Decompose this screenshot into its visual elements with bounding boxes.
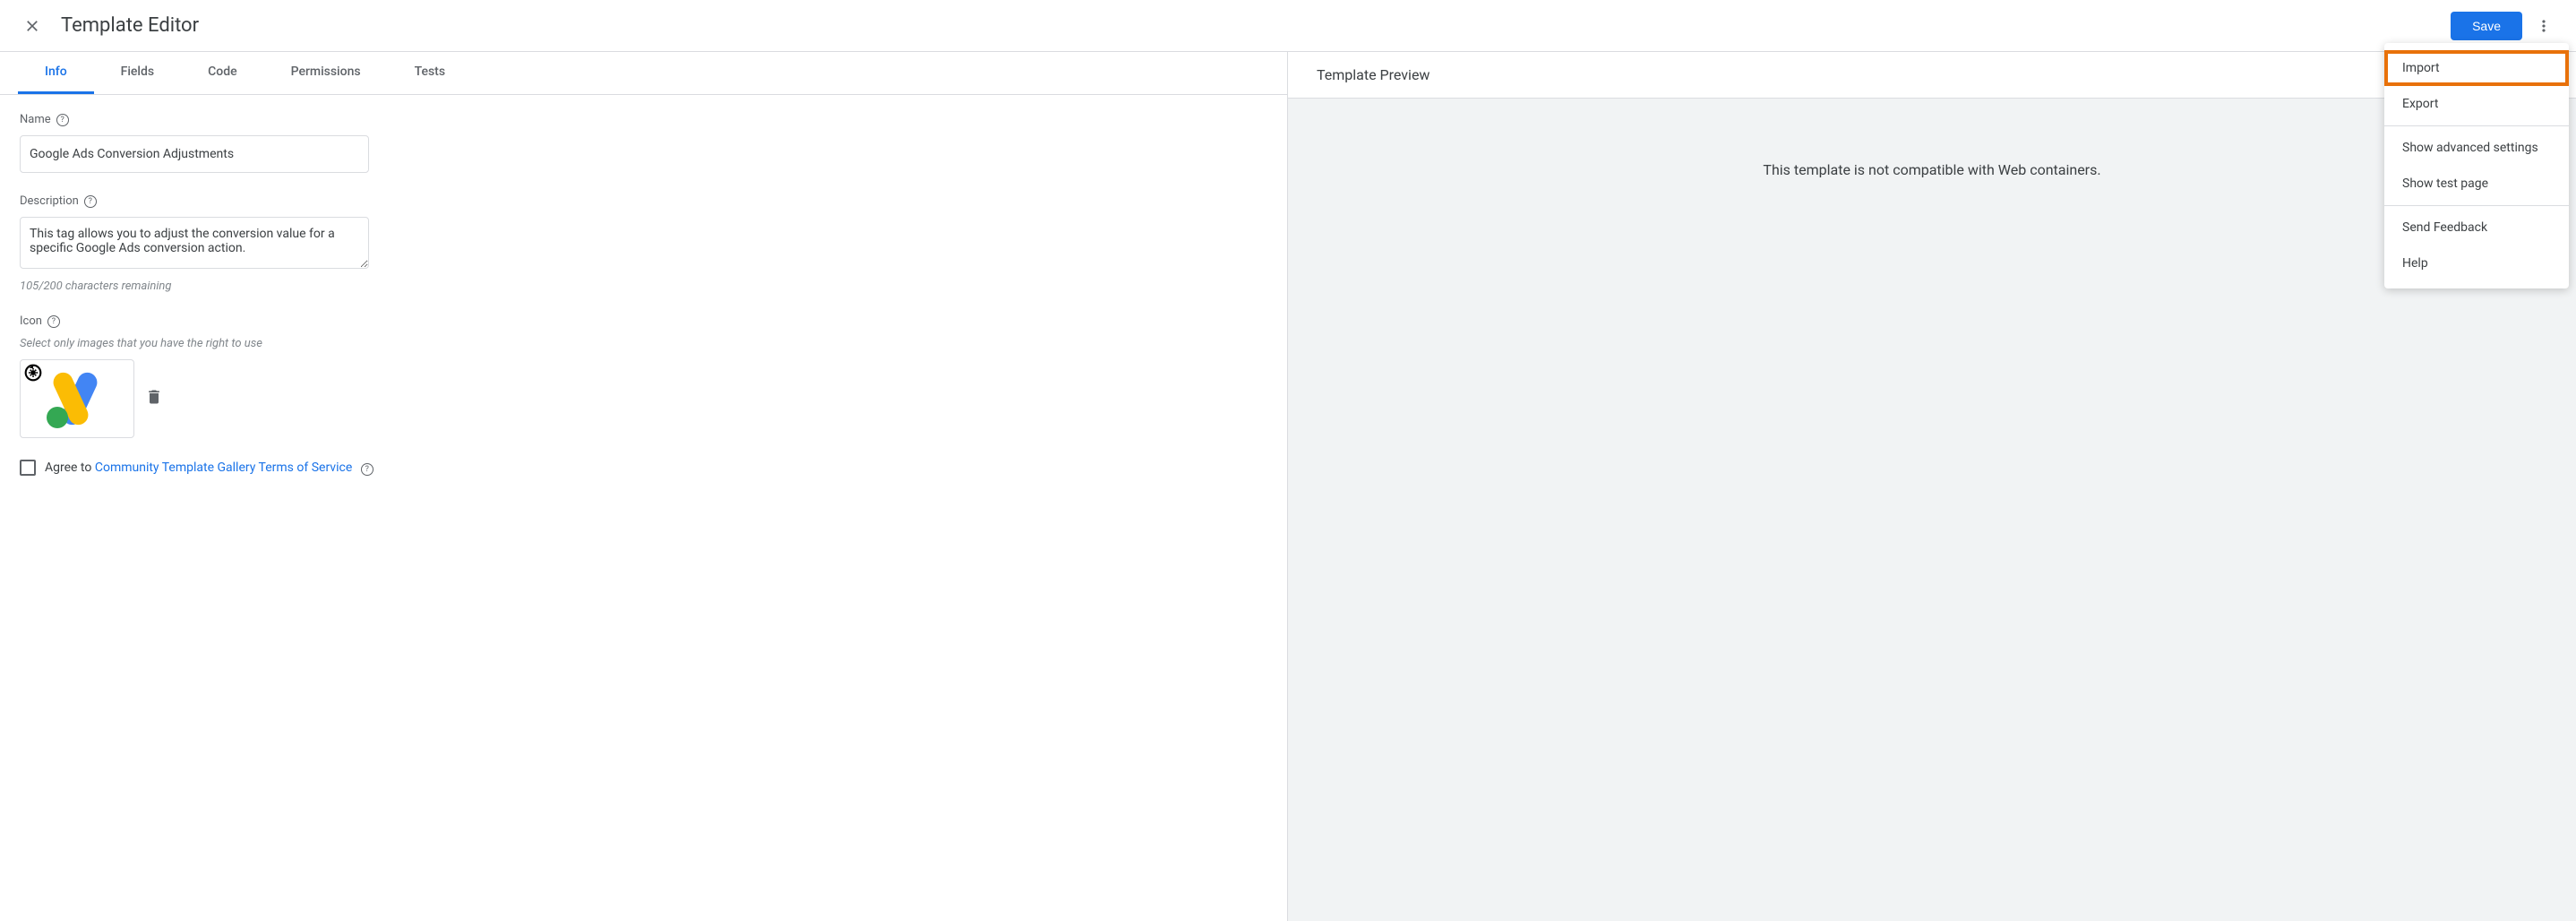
help-icon[interactable]: ?	[361, 463, 374, 476]
preview-body: This template is not compatible with Web…	[1288, 99, 2576, 921]
agree-text: Agree to Community Template Gallery Term…	[45, 460, 374, 476]
menu-export[interactable]: Export	[2384, 86, 2569, 122]
description-field[interactable]	[20, 217, 369, 269]
menu-divider	[2384, 205, 2569, 206]
help-icon[interactable]: ?	[47, 315, 60, 328]
terms-link[interactable]: Community Template Gallery Terms of Serv…	[95, 460, 352, 475]
gear-reset-icon	[24, 364, 42, 382]
icon-preview[interactable]	[20, 359, 134, 438]
tabs: Info Fields Code Permissions Tests	[0, 52, 1287, 95]
name-label: Name	[20, 113, 51, 126]
page-title: Template Editor	[61, 14, 199, 37]
preview-header: Template Preview	[1288, 52, 2576, 99]
menu-help[interactable]: Help	[2384, 245, 2569, 281]
tab-tests[interactable]: Tests	[388, 52, 472, 94]
save-button[interactable]: Save	[2451, 12, 2522, 40]
close-icon[interactable]	[21, 15, 43, 37]
description-hint: 105/200 characters remaining	[20, 280, 1267, 293]
overflow-menu: Import Export Show advanced settings Sho…	[2384, 43, 2569, 288]
tab-code[interactable]: Code	[181, 52, 263, 94]
tab-fields[interactable]: Fields	[94, 52, 181, 94]
more-menu-button[interactable]	[2533, 15, 2555, 37]
menu-advanced-settings[interactable]: Show advanced settings	[2384, 130, 2569, 166]
name-field[interactable]	[20, 135, 369, 173]
menu-test-page[interactable]: Show test page	[2384, 166, 2569, 202]
icon-hint: Select only images that you have the rig…	[20, 337, 1267, 350]
help-icon[interactable]: ?	[56, 114, 69, 126]
description-label: Description	[20, 194, 79, 208]
menu-feedback[interactable]: Send Feedback	[2384, 210, 2569, 245]
help-icon[interactable]: ?	[84, 195, 97, 208]
tab-permissions[interactable]: Permissions	[264, 52, 388, 94]
menu-import[interactable]: Import	[2384, 50, 2569, 86]
menu-divider	[2384, 125, 2569, 126]
icon-label: Icon	[20, 314, 42, 328]
agree-checkbox[interactable]	[20, 460, 36, 476]
delete-icon-button[interactable]	[145, 388, 167, 409]
tab-info[interactable]: Info	[18, 52, 94, 94]
